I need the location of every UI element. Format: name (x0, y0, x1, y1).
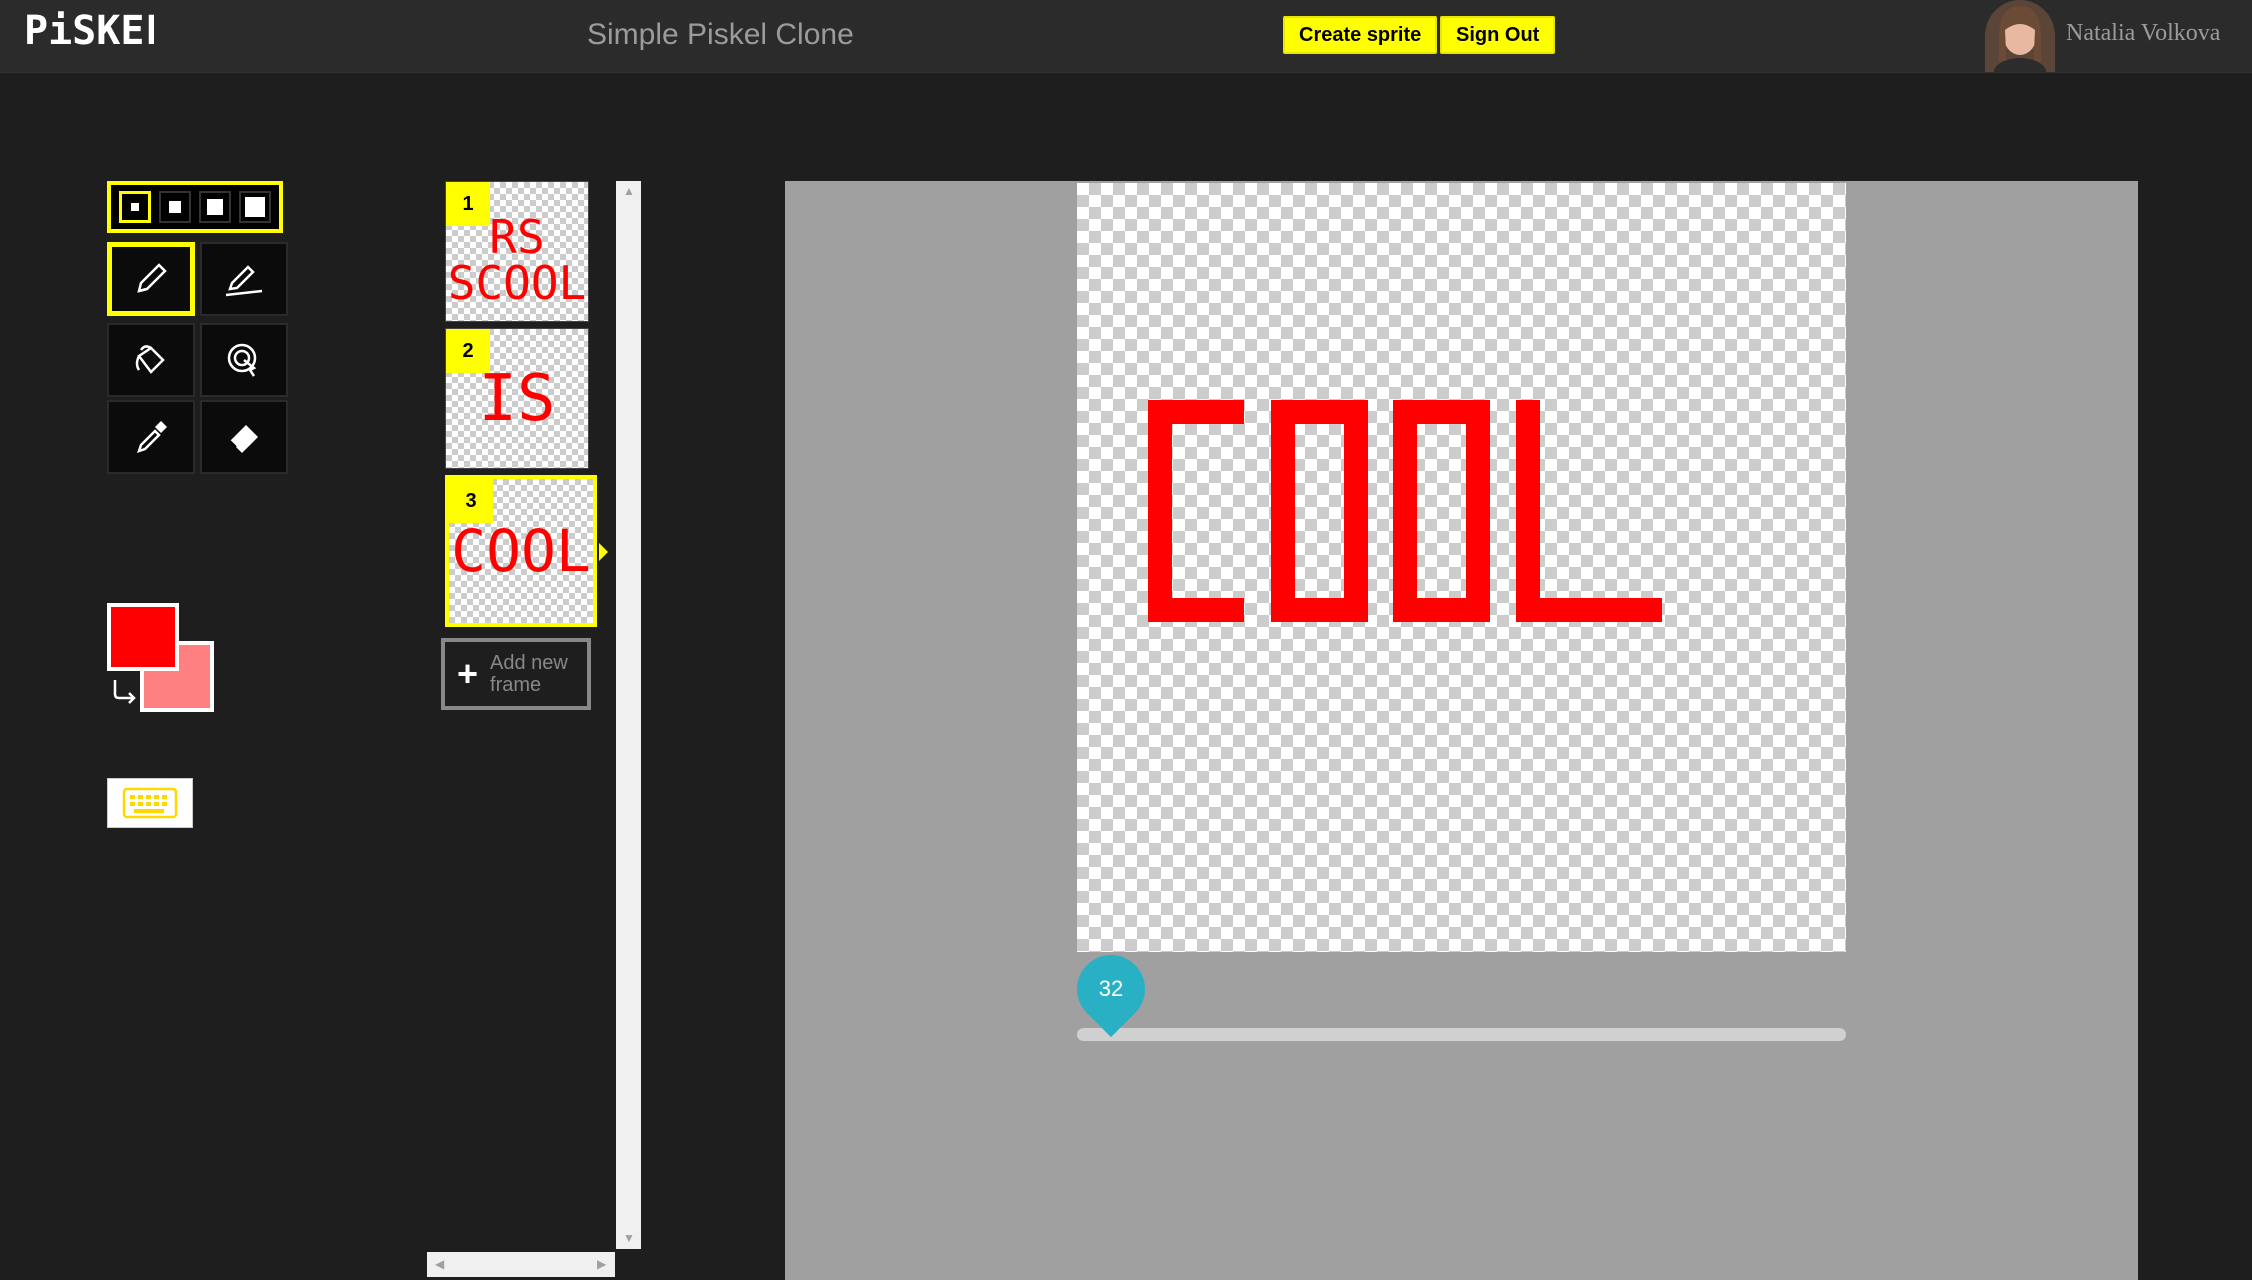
canvas-pixel (1417, 598, 1466, 622)
pen-size-3[interactable] (199, 191, 231, 223)
eraser-tool-button[interactable] (200, 400, 288, 474)
paint-bucket-icon (135, 345, 165, 374)
canvas-pixel (1466, 400, 1490, 622)
color-picker-icon (137, 421, 167, 453)
top-bar: PiSKEL Simple Piskel Clone Create sprite… (0, 0, 2252, 73)
sign-out-button[interactable]: Sign Out (1440, 16, 1556, 54)
paint-bucket-tool-button[interactable] (107, 323, 195, 397)
canvas-pixel (1295, 598, 1344, 622)
canvas-pixel (1393, 400, 1417, 622)
swap-colors-icon[interactable] (111, 676, 139, 709)
canvas-pixel (1172, 598, 1244, 622)
create-sprite-button[interactable]: Create sprite (1283, 16, 1438, 54)
avatar[interactable] (1985, 0, 2055, 72)
slider-value: 32 (1098, 976, 1124, 1001)
scroll-left-icon[interactable]: ◀ (435, 1257, 444, 1271)
selected-frame-indicator (599, 543, 608, 561)
keyboard-shortcuts-button[interactable] (107, 778, 193, 828)
frame-thumbnail-2[interactable]: IS 2 (445, 328, 589, 469)
scroll-down-icon[interactable]: ▼ (623, 1231, 635, 1245)
frame-thumbnail-3[interactable]: COOL 3 (445, 475, 597, 627)
pen-size-4[interactable] (239, 191, 271, 223)
stroke-icon (225, 265, 263, 297)
color-picker-tool-button[interactable] (107, 400, 195, 474)
frame-number: 1 (446, 182, 490, 226)
scroll-up-icon[interactable]: ▲ (623, 184, 635, 198)
same-color-fill-icon (227, 343, 257, 377)
canvas-size-slider[interactable] (1077, 1028, 1846, 1041)
pen-size-2[interactable] (159, 191, 191, 223)
keyboard-icon (122, 787, 178, 819)
canvas-pixel (1295, 400, 1344, 424)
add-new-frame-button[interactable]: + Add new frame (441, 638, 591, 710)
plus-icon: + (457, 653, 479, 694)
canvas-pixel (1271, 400, 1295, 622)
drawing-canvas[interactable] (1077, 183, 1846, 952)
primary-color-swatch[interactable] (107, 603, 179, 671)
canvas-pixel (1344, 400, 1368, 622)
frames-horizontal-scrollbar[interactable]: ◀ ▶ (427, 1252, 615, 1277)
piskel-logo: PiSKEL (24, 8, 169, 55)
stroke-tool-button[interactable] (200, 242, 288, 316)
canvas-pixel (1148, 400, 1172, 622)
pen-size-selector (107, 181, 283, 233)
canvas-pixel (1540, 598, 1662, 622)
same-color-fill-tool-button[interactable] (200, 323, 288, 397)
pen-size-1[interactable] (119, 191, 151, 223)
add-frame-label: Add new frame (490, 652, 568, 696)
frames-panel: RS SCOOL 1 IS 2 COOL 3 + Add new frame (427, 181, 642, 1280)
frame-thumbnail-1[interactable]: RS SCOOL 1 (445, 181, 589, 322)
frames-vertical-scrollbar[interactable]: ▲ ▼ (616, 181, 641, 1249)
canvas-pixel (1516, 400, 1540, 622)
svg-text:PiSKEL: PiSKEL (24, 10, 154, 50)
canvas-pixel (1417, 400, 1466, 424)
frame-number: 2 (446, 329, 490, 373)
user-name: Natalia Volkova (2066, 20, 2221, 46)
pen-tool-button[interactable] (107, 242, 195, 316)
drawing-workspace: 32 (785, 181, 2138, 1280)
pen-icon (137, 263, 167, 293)
frame-number: 3 (449, 479, 493, 523)
scroll-right-icon[interactable]: ▶ (597, 1257, 606, 1271)
eraser-icon (229, 425, 258, 453)
app-title: Simple Piskel Clone (587, 18, 854, 51)
canvas-pixel (1172, 400, 1244, 424)
